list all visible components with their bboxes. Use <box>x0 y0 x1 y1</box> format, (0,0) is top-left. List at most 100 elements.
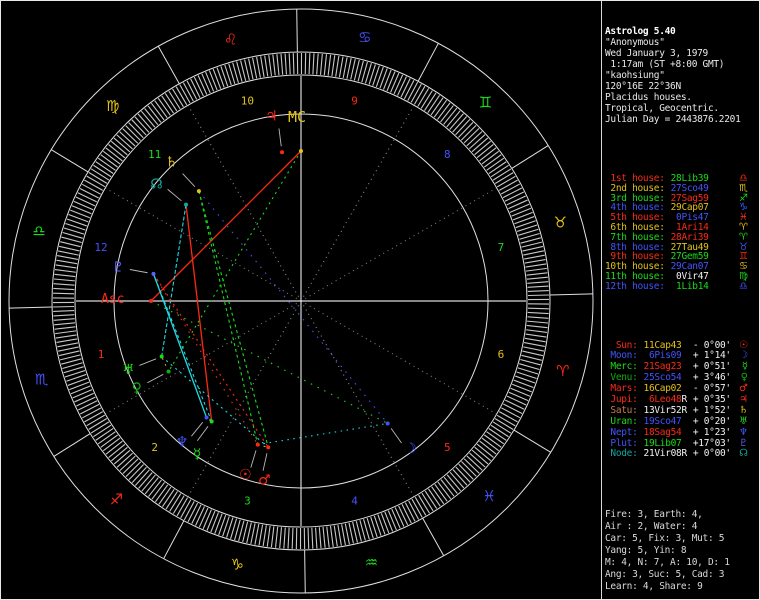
degree-tick <box>187 502 199 523</box>
degree-tick <box>186 80 198 100</box>
degree-tick <box>508 391 529 402</box>
degree-tick <box>93 424 112 438</box>
house-cusp-line <box>187 105 302 302</box>
degree-tick <box>70 385 91 395</box>
degree-tick <box>504 191 525 202</box>
degree-tick <box>394 507 405 527</box>
degree-tick <box>413 85 426 105</box>
stat-line: Car: 5, Fix: 3, Mut: 5 <box>605 533 725 545</box>
aspect-line-saturn-sun <box>198 190 259 445</box>
planet-pointer <box>147 373 164 384</box>
venus-dot <box>166 369 171 374</box>
aspect-line-neptune-pluto <box>152 273 208 418</box>
degree-tick <box>193 76 204 97</box>
house-cusp-line <box>105 300 302 415</box>
degree-tick <box>511 207 532 217</box>
degree-tick <box>244 59 250 81</box>
aspect-line-mc-asc <box>150 150 302 302</box>
degree-tick <box>164 93 178 112</box>
degree-tick <box>523 250 544 256</box>
degree-tick <box>492 168 512 181</box>
degree-tick <box>527 320 549 324</box>
mc-label: MC <box>288 108 306 126</box>
aspect-line-saturn-moon <box>198 190 389 424</box>
degree-tick <box>315 527 318 549</box>
planet-pointer <box>250 450 257 468</box>
degree-tick <box>216 67 225 88</box>
degree-tick <box>201 73 211 94</box>
pluto-dot <box>151 271 156 276</box>
house-number: 4 <box>351 494 358 507</box>
degree-tick <box>522 350 544 357</box>
aspect-line-mc-venus <box>168 150 302 372</box>
degree-tick <box>352 521 358 543</box>
house-cusp-value: 1Lib14 <box>670 280 709 292</box>
planet-pointer <box>262 453 268 471</box>
degree-tick <box>198 507 209 528</box>
house-number: 10 <box>241 95 254 108</box>
header-line: Tropical, Geocentric. <box>605 103 719 114</box>
planet-velocity: + 0°00' <box>692 448 731 460</box>
degree-tick <box>292 53 295 75</box>
degree-tick <box>95 161 114 174</box>
degree-tick <box>522 245 544 252</box>
degree-tick <box>77 192 98 203</box>
degree-tick <box>53 310 75 313</box>
mars-icon: ♂ <box>258 473 271 489</box>
degree-tick <box>176 497 189 517</box>
zodiac-aquarius-icon: ♒ <box>365 554 378 572</box>
degree-tick <box>291 527 294 549</box>
planet-label: Node: <box>605 448 638 460</box>
sign-boundary <box>513 429 551 453</box>
degree-tick <box>82 407 102 419</box>
degree-tick <box>524 337 546 343</box>
zodiac-taurus-icon: ♉ <box>554 214 567 232</box>
degree-tick <box>274 526 279 548</box>
zodiac-gemini-icon: ♊ <box>479 94 492 112</box>
degree-tick <box>161 95 175 114</box>
planet-pointer <box>191 421 204 437</box>
degree-tick <box>55 334 77 339</box>
degree-tick <box>76 396 96 407</box>
house-number: 2 <box>151 441 158 454</box>
degree-tick <box>414 496 427 516</box>
degree-tick <box>58 245 80 252</box>
degree-tick <box>206 510 216 531</box>
degree-tick <box>55 330 77 335</box>
zodiac-pisces-icon: ♓ <box>483 487 496 505</box>
degree-tick <box>252 57 258 79</box>
degree-tick <box>504 399 525 410</box>
degree-tick <box>350 58 356 80</box>
degree-tick <box>348 522 354 544</box>
jupiter-dot <box>279 150 284 155</box>
degree-tick <box>506 395 527 406</box>
degree-tick <box>430 97 444 116</box>
degree-tick <box>266 525 271 547</box>
degree-tick <box>272 54 276 76</box>
degree-tick <box>411 498 423 518</box>
moon-dot <box>385 421 390 426</box>
degree-tick <box>268 55 273 76</box>
astrolog-screen: ♈ ♉ ♊ ♋ ♌ ♍ ♎ ♏ ♐ ♑ ♒ ♓ 1 2 3 4 5 6 7 8 9 10 11 12 ☉ ☽ ☿ ♀ ♂ ♃ ♄ ♅ ♆ ♇ ☊ MC… <box>0 0 760 600</box>
degree-tick <box>401 504 412 524</box>
degree-tick <box>55 264 77 269</box>
saturn-dot <box>196 189 201 194</box>
degree-tick <box>264 55 269 77</box>
degree-tick <box>503 403 523 414</box>
degree-tick <box>53 314 75 317</box>
degree-tick <box>341 524 346 546</box>
degree-tick <box>75 196 96 207</box>
aspect-line-sun-moon <box>257 422 388 446</box>
degree-tick <box>57 255 78 260</box>
planet-icon: ♆ <box>739 426 748 438</box>
degree-tick <box>427 488 441 507</box>
degree-tick <box>260 56 265 78</box>
sign-boundary <box>296 9 298 53</box>
degree-tick <box>58 250 79 256</box>
degree-tick <box>60 241 81 248</box>
degree-tick <box>380 513 390 534</box>
degree-tick <box>262 525 267 547</box>
degree-tick <box>526 272 548 276</box>
